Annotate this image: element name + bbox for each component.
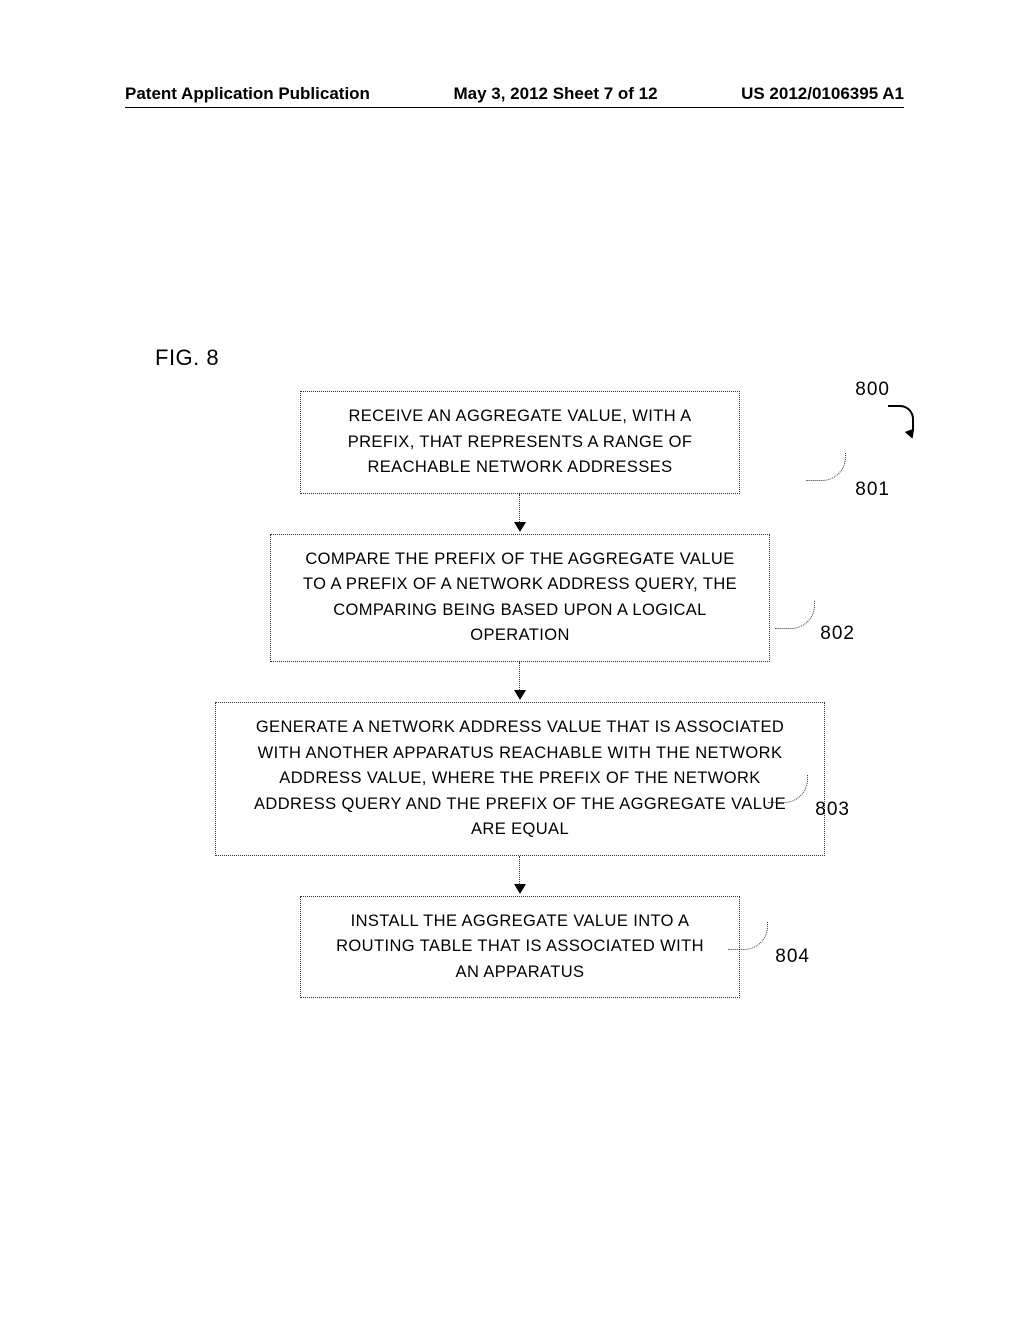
ref-804: 804	[775, 946, 810, 968]
step-box-804: INSTALL THE AGGREGATE VALUE INTO A ROUTI…	[300, 896, 740, 999]
ref-800-text: 800	[855, 379, 890, 400]
header-left: Patent Application Publication	[125, 84, 370, 104]
hook-icon	[888, 405, 914, 431]
ref-804-text: 804	[775, 946, 810, 967]
curve-icon	[806, 453, 846, 481]
curve-icon	[775, 601, 815, 629]
step-box-802: COMPARE THE PREFIX OF THE AGGREGATE VALU…	[270, 534, 770, 662]
ref-803: 803	[815, 799, 850, 821]
step-text: INSTALL THE AGGREGATE VALUE INTO A ROUTI…	[336, 912, 704, 981]
arrow-down-icon	[519, 856, 521, 896]
page-header: Patent Application Publication May 3, 20…	[0, 84, 1024, 108]
ref-800: 800	[855, 379, 890, 401]
ref-801: 801	[855, 479, 890, 501]
header-right: US 2012/0106395 A1	[741, 84, 904, 104]
ref-802-text: 802	[820, 623, 855, 644]
figure-8: FIG. 8 800 RECEIVE AN AGGREGATE VALUE, W…	[160, 345, 880, 998]
flowchart: 800 RECEIVE AN AGGREGATE VALUE, WITH A P…	[160, 391, 880, 998]
step-box-801: RECEIVE AN AGGREGATE VALUE, WITH A PREFI…	[300, 391, 740, 494]
arrow-down-icon	[519, 662, 521, 702]
step-text: RECEIVE AN AGGREGATE VALUE, WITH A PREFI…	[348, 407, 693, 476]
step-box-803: GENERATE A NETWORK ADDRESS VALUE THAT IS…	[215, 702, 825, 856]
figure-label: FIG. 8	[155, 345, 880, 371]
step-text: COMPARE THE PREFIX OF THE AGGREGATE VALU…	[303, 550, 737, 645]
header-center: May 3, 2012 Sheet 7 of 12	[453, 84, 657, 104]
ref-801-text: 801	[855, 479, 890, 500]
ref-802: 802	[820, 623, 855, 645]
arrow-down-icon	[519, 494, 521, 534]
ref-803-text: 803	[815, 799, 850, 820]
curve-icon	[728, 922, 768, 950]
step-text: GENERATE A NETWORK ADDRESS VALUE THAT IS…	[254, 718, 786, 838]
